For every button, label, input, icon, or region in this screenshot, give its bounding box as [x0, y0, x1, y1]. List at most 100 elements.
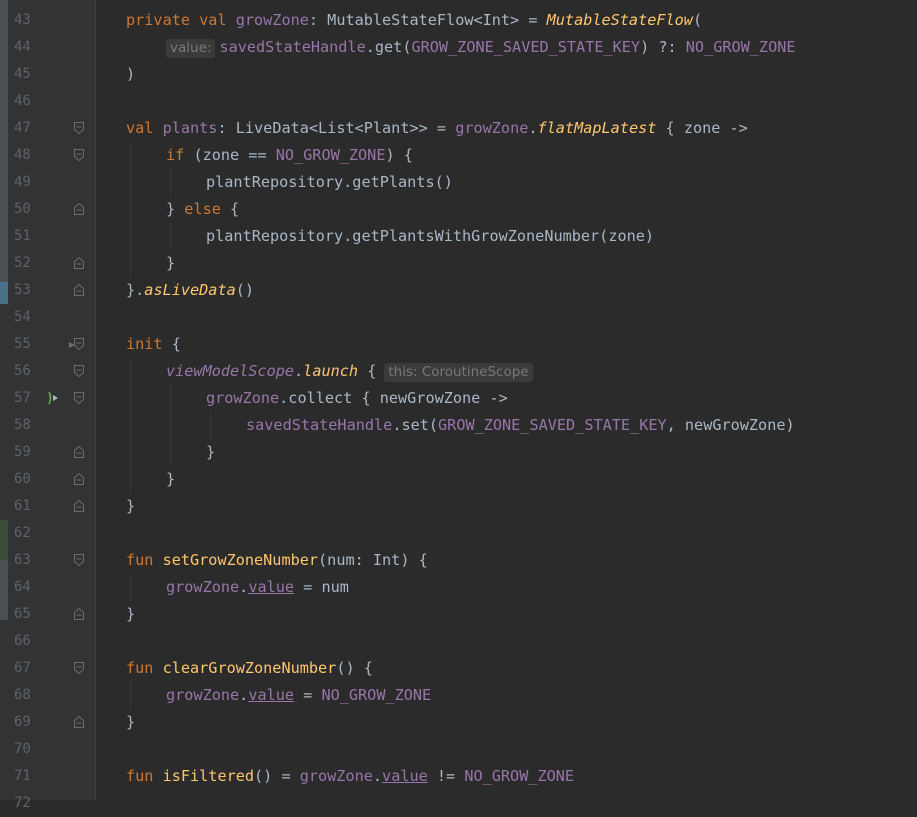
indent-guide: [130, 358, 131, 493]
code-token: { zone ->: [656, 119, 748, 137]
code-line[interactable]: growZone.collect { newGrowZone ->: [206, 385, 508, 412]
code-token: .set(: [392, 416, 439, 434]
line-number[interactable]: 67: [14, 655, 31, 682]
code-token: NO_GROW_ZONE: [321, 686, 432, 704]
code-token: ): [126, 65, 136, 83]
code-token: {: [230, 200, 240, 218]
fold-close-icon[interactable]: [73, 715, 85, 729]
fold-close-icon[interactable]: [73, 445, 85, 459]
code-line[interactable]: val plants: LiveData<List<Plant>> = grow…: [126, 115, 748, 142]
line-number[interactable]: 64: [14, 574, 31, 601]
code-token: asLiveData: [144, 281, 236, 299]
code-token: (num: Int) {: [318, 551, 428, 569]
line-number[interactable]: 50: [14, 196, 31, 223]
line-number[interactable]: 52: [14, 250, 31, 277]
line-number[interactable]: 66: [14, 628, 31, 655]
code-line[interactable]: fun isFiltered() = growZone.value != NO_…: [126, 763, 574, 790]
line-number[interactable]: 58: [14, 412, 31, 439]
line-number[interactable]: 57: [14, 385, 31, 412]
line-number[interactable]: 53: [14, 277, 31, 304]
line-number[interactable]: 65: [14, 601, 31, 628]
code-token: }: [126, 497, 136, 515]
fold-close-icon[interactable]: [73, 202, 85, 216]
code-line[interactable]: if (zone == NO_GROW_ZONE) {: [166, 142, 413, 169]
line-number[interactable]: 56: [14, 358, 31, 385]
coroutine-suspend-call-icon[interactable]: [46, 390, 62, 406]
code-line[interactable]: }: [206, 439, 215, 466]
line-number[interactable]: 71: [14, 763, 31, 790]
line-number[interactable]: 59: [14, 439, 31, 466]
code-token: }: [126, 605, 136, 623]
line-number[interactable]: 62: [14, 520, 31, 547]
fold-open-icon[interactable]: [73, 553, 85, 567]
code-editor[interactable]: 43 44 45 46 47 48 49 50 51 52 53 54 55 56 57 58 59 60 61 62…: [0, 0, 917, 811]
collapse-arrow-icon[interactable]: [66, 336, 82, 352]
code-token: else: [184, 200, 231, 218]
code-line[interactable]: plantRepository.getPlantsWithGrowZoneNum…: [206, 223, 654, 250]
line-number[interactable]: 72: [14, 790, 31, 817]
code-line[interactable]: growZone.value = num: [166, 574, 349, 601]
line-number[interactable]: 45: [14, 61, 31, 88]
line-number[interactable]: 51: [14, 223, 31, 250]
line-number[interactable]: 70: [14, 736, 31, 763]
fold-close-icon[interactable]: [73, 607, 85, 621]
line-number[interactable]: 61: [14, 493, 31, 520]
code-line[interactable]: } else {: [166, 196, 239, 223]
fold-open-icon[interactable]: [73, 148, 85, 162]
code-line[interactable]: }: [126, 601, 135, 628]
fold-open-icon[interactable]: [73, 121, 85, 135]
code-line[interactable]: growZone.value = NO_GROW_ZONE: [166, 682, 431, 709]
code-token: : LiveData<List<Plant>> =: [217, 119, 456, 137]
code-token: .get(: [365, 38, 412, 56]
fold-open-icon[interactable]: [73, 661, 85, 675]
code-token: .: [239, 578, 249, 596]
indent-guide: [170, 223, 171, 250]
code-line[interactable]: init {: [126, 331, 181, 358]
code-line[interactable]: value: savedStateHandle.get(GROW_ZONE_SAV…: [166, 34, 796, 61]
code-token: fun: [126, 551, 163, 569]
fold-close-icon[interactable]: [73, 256, 85, 270]
code-line[interactable]: }: [166, 466, 175, 493]
line-number[interactable]: 54: [14, 304, 31, 331]
code-line[interactable]: }: [126, 493, 135, 520]
line-number[interactable]: 55: [14, 331, 31, 358]
code-token: , newGrowZone): [666, 416, 795, 434]
code-token: }: [166, 200, 185, 218]
code-line[interactable]: private val growZone: MutableStateFlow<I…: [126, 7, 702, 34]
fold-close-icon[interactable]: [73, 283, 85, 297]
line-number[interactable]: 48: [14, 142, 31, 169]
code-token: init: [126, 335, 172, 353]
line-number[interactable]: 44: [14, 34, 31, 61]
indent-guide: [170, 169, 171, 196]
code-token: growZone: [206, 389, 280, 407]
code-token: ) {: [385, 146, 413, 164]
line-number[interactable]: 63: [14, 547, 31, 574]
line-number[interactable]: 43: [14, 7, 31, 34]
editor-gutter[interactable]: 43 44 45 46 47 48 49 50 51 52 53 54 55 56 57 58 59 60 61 62…: [0, 0, 96, 811]
code-line[interactable]: }: [166, 250, 175, 277]
code-line[interactable]: }: [126, 709, 135, 736]
line-number[interactable]: 46: [14, 88, 31, 115]
line-number[interactable]: 68: [14, 682, 31, 709]
line-number[interactable]: 49: [14, 169, 31, 196]
fold-close-icon[interactable]: [73, 472, 85, 486]
code-line[interactable]: savedStateHandle.set(GROW_ZONE_SAVED_STA…: [246, 412, 795, 439]
code-line[interactable]: ): [126, 61, 135, 88]
fold-close-icon[interactable]: [73, 499, 85, 513]
code-line[interactable]: fun setGrowZoneNumber(num: Int) {: [126, 547, 428, 574]
code-token: NO_GROW_ZONE: [464, 767, 575, 785]
line-number[interactable]: 69: [14, 709, 31, 736]
code-token: growZone: [455, 119, 529, 137]
fold-open-icon[interactable]: [73, 391, 85, 405]
code-line[interactable]: fun clearGrowZoneNumber() {: [126, 655, 373, 682]
fold-open-icon[interactable]: [73, 364, 85, 378]
line-number[interactable]: 60: [14, 466, 31, 493]
indent-guide: [130, 682, 131, 709]
code-token: .collect { newGrowZone ->: [279, 389, 508, 407]
line-number[interactable]: 47: [14, 115, 31, 142]
code-token: fun: [126, 767, 163, 785]
code-token: setGrowZoneNumber: [162, 551, 319, 569]
code-line[interactable]: viewModelScope.launch {this: CoroutineSc…: [166, 358, 537, 385]
code-line[interactable]: }.asLiveData(): [126, 277, 254, 304]
code-line[interactable]: plantRepository.getPlants(): [206, 169, 453, 196]
